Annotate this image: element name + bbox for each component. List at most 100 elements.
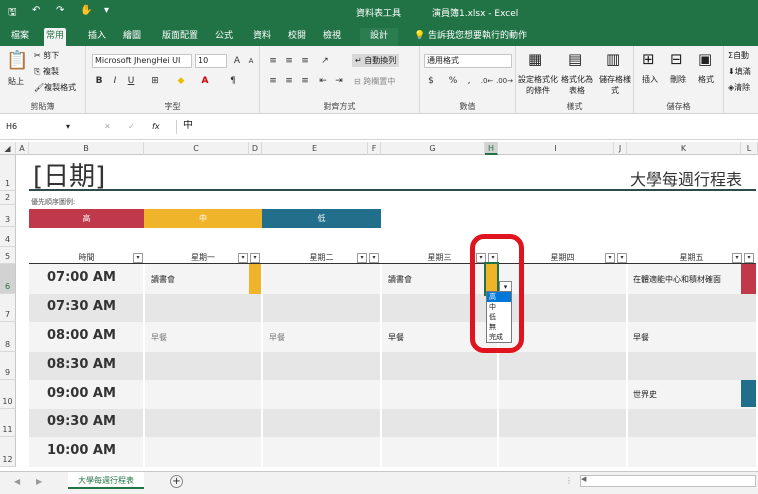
priority-marker[interactable] [249,264,261,294]
conditional-format-button[interactable]: 設定格式化的條件 [518,74,558,96]
entry-mon-0700[interactable]: 讀書會 [151,274,175,285]
fill-color-icon[interactable]: ◆ [174,74,188,88]
tab-data[interactable]: 資料 [251,28,273,46]
align-left-icon[interactable]: ≡ [266,74,280,88]
comma-button[interactable]: , [462,74,476,88]
time-cell[interactable]: 10:00 AM [29,443,144,458]
number-format-combo[interactable]: 通用格式 [424,54,512,68]
row-header-6[interactable]: 6 [0,264,16,294]
decrease-font-icon[interactable]: A [244,54,258,68]
column-header-b[interactable]: B [29,142,144,155]
fill-button[interactable]: ⬇填滿 [728,66,751,77]
column-header-f[interactable]: F [368,142,381,155]
name-box[interactable]: H6 [4,121,74,135]
italic-button[interactable]: I [108,74,122,88]
format-cells-button[interactable]: 格式 [698,74,714,85]
row-header-11[interactable]: 11 [0,409,16,437]
legend-high[interactable]: 高 [29,209,144,228]
column-header-i[interactable]: I [498,142,614,155]
select-all-corner[interactable]: ◢ [0,142,16,155]
phonetic-icon[interactable]: ¶ [226,74,240,88]
filter-dropdown-icon[interactable]: ▾ [133,253,143,263]
time-cell[interactable]: 08:00 AM [29,328,144,343]
entry-mon-0800[interactable]: 早餐 [151,332,167,343]
name-box-dropdown-icon[interactable]: ▾ [66,122,70,131]
row-header-12[interactable]: 12 [0,437,16,467]
cell-styles-button[interactable]: 儲存格樣式 [598,74,632,96]
priority-marker[interactable] [741,380,756,407]
bold-button[interactable]: B [92,74,106,88]
time-cell[interactable]: 08:30 AM [29,357,144,372]
column-header-h[interactable]: H [485,142,498,155]
paste-icon[interactable]: 📋 [6,50,28,71]
format-as-table-icon[interactable]: ▤ [568,50,582,68]
row-header-10[interactable]: 10 [0,380,16,409]
formula-input[interactable]: 中 [176,120,756,134]
horizontal-scrollbar[interactable] [580,475,756,487]
insert-cells-icon[interactable]: ⊞ [642,50,655,68]
currency-button[interactable]: $ [424,74,438,88]
tab-view[interactable]: 檢視 [321,28,343,46]
tab-insert[interactable]: 插入 [86,28,108,46]
legend-low[interactable]: 低 [262,209,381,228]
time-cell[interactable]: 07:00 AM [29,270,144,285]
time-cell[interactable]: 07:30 AM [29,299,144,314]
column-header-e[interactable]: E [262,142,368,155]
column-header-c[interactable]: C [144,142,249,155]
insert-function-button[interactable]: fx [152,122,160,131]
format-as-table-button[interactable]: 格式化為表格 [560,74,594,96]
column-header-l[interactable]: L [741,142,758,155]
filter-dropdown-icon[interactable]: ▾ [369,253,379,263]
row-header-8[interactable]: 8 [0,322,16,352]
scroll-left-icon[interactable]: ◀ [581,475,586,483]
legend-medium[interactable]: 中 [144,209,262,228]
row-header-5[interactable]: 5 [0,247,16,264]
cancel-icon[interactable]: ✕ [104,122,111,131]
tab-split-handle-icon[interactable]: ⋮ [565,476,573,485]
new-sheet-icon[interactable]: + [170,475,183,488]
tab-design[interactable]: 設計 [360,28,399,46]
filter-dropdown-icon[interactable]: ▾ [732,253,742,263]
entry-fri-0700[interactable]: 在體適能中心和積材確面 [633,274,721,285]
decrease-decimal-icon[interactable]: .00→ [496,74,513,88]
font-color-icon[interactable]: A [198,74,212,88]
row-header-3[interactable]: 3 [0,205,16,227]
border-icon[interactable]: ⊞ [148,74,162,88]
schedule-title[interactable]: 大學每週行程表 [630,166,742,190]
format-painter-button[interactable]: 🖌複製格式 [34,82,76,93]
delete-cells-icon[interactable]: ⊟ [670,50,683,68]
entry-fri-0900[interactable]: 世界史 [633,389,657,400]
tab-draw[interactable]: 繪圖 [121,28,143,46]
row-header-1[interactable]: 1 [0,155,16,191]
percent-button[interactable]: % [446,74,460,88]
column-header-j[interactable]: J [614,142,627,155]
column-header-k[interactable]: K [627,142,741,155]
filter-dropdown-icon[interactable]: ▾ [617,253,627,263]
column-header-g[interactable]: G [381,142,485,155]
cell-styles-icon[interactable]: ▥ [606,50,620,68]
filter-dropdown-icon[interactable]: ▾ [238,253,248,263]
tell-me-box[interactable]: 告訴我您想要執行的動作 [426,28,529,46]
filter-dropdown-icon[interactable]: ▾ [744,253,754,263]
entry-wed-0700[interactable]: 讀書會 [388,274,412,285]
font-size-combo[interactable]: 10 [195,54,227,68]
align-center-icon[interactable]: ≡ [282,74,296,88]
column-header-d[interactable]: D [249,142,262,155]
scroll-tabs-left-icon[interactable]: ◀ [14,477,20,486]
tab-page-layout[interactable]: 版面配置 [160,28,200,46]
header-time[interactable]: 時間 [29,251,144,264]
filter-dropdown-icon[interactable]: ▾ [250,253,260,263]
increase-decimal-icon[interactable]: .0← [480,74,494,88]
tab-file[interactable]: 檔案 [9,28,31,46]
align-right-icon[interactable]: ≡ [298,74,312,88]
customize-toolbar-icon[interactable]: ▾ [104,5,109,16]
touch-mode-icon[interactable]: ✋ [80,5,92,16]
format-cells-icon[interactable]: ▣ [698,50,712,68]
entry-tue-0800[interactable]: 早餐 [269,332,285,343]
delete-cells-button[interactable]: 刪除 [670,74,686,85]
time-cell[interactable]: 09:00 AM [29,386,144,401]
date-title[interactable]: [日期] [33,156,105,193]
font-name-combo[interactable]: Microsoft JhengHei UI [92,54,192,68]
enter-icon[interactable]: ✓ [128,122,135,131]
paste-button[interactable]: 貼上 [8,76,24,87]
